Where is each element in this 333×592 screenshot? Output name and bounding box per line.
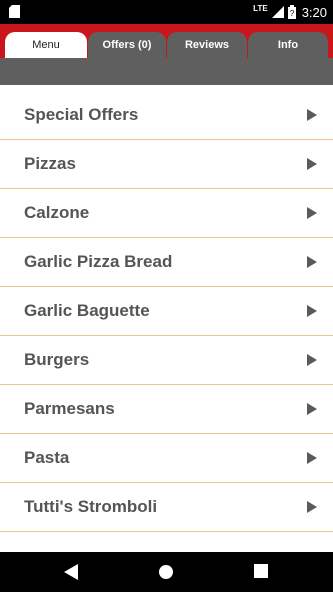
menu-item-garlic-baguette[interactable]: Garlic Baguette (0, 287, 333, 336)
network-type: LTE (253, 3, 268, 13)
menu-item-pasta[interactable]: Pasta (0, 434, 333, 483)
chevron-right-icon (307, 354, 317, 366)
tab-offers[interactable]: Offers (0) (88, 32, 166, 58)
tab-content-header (0, 58, 333, 85)
menu-item-pizzas[interactable]: Pizzas (0, 140, 333, 189)
back-icon[interactable] (64, 564, 78, 580)
menu-item-label: Pizzas (24, 154, 76, 173)
chevron-right-icon (307, 256, 317, 268)
menu-item-special-offers[interactable]: Special Offers (0, 91, 333, 140)
status-bar: LTE ? 3:20 (0, 0, 333, 24)
tab-menu[interactable]: Menu (5, 32, 87, 58)
menu-item-burgers[interactable]: Burgers (0, 336, 333, 385)
menu-item-label: Tutti's Stromboli (24, 497, 158, 516)
menu-item-parmesans[interactable]: Parmesans (0, 385, 333, 434)
tab-reviews[interactable]: Reviews (167, 32, 247, 58)
menu-item-label: Calzone (24, 203, 90, 222)
menu-item-label: Garlic Pizza Bread (24, 252, 173, 271)
chevron-right-icon (307, 158, 317, 170)
battery-icon: ? (287, 5, 296, 19)
recent-apps-icon[interactable] (254, 564, 268, 578)
chevron-right-icon (307, 452, 317, 464)
tab-info[interactable]: Info (248, 32, 328, 58)
menu-item-calzone[interactable]: Calzone (0, 189, 333, 238)
tab-bar: Menu Offers (0) Reviews Info (0, 32, 333, 58)
menu-item-label: Pasta (24, 448, 70, 467)
signal-icon (271, 6, 284, 18)
sd-card-icon (9, 5, 20, 18)
chevron-right-icon (307, 207, 317, 219)
chevron-right-icon (307, 305, 317, 317)
clock: 3:20 (301, 4, 327, 20)
chevron-right-icon (307, 109, 317, 121)
system-navigation-bar (0, 552, 333, 592)
chevron-right-icon (307, 501, 317, 513)
menu-item-garlic-pizza-bread[interactable]: Garlic Pizza Bread (0, 238, 333, 287)
menu-item-label: Garlic Baguette (24, 301, 150, 320)
menu-item-label: Parmesans (24, 399, 115, 418)
menu-item-label: Burgers (24, 350, 90, 369)
menu-category-list[interactable]: Special Offers Pizzas Calzone Garlic Piz… (0, 91, 333, 552)
chevron-right-icon (307, 403, 317, 415)
menu-item-tuttis-stromboli[interactable]: Tutti's Stromboli (0, 483, 333, 532)
menu-item-label: Special Offers (24, 105, 139, 124)
svg-text:?: ? (289, 9, 294, 18)
home-icon[interactable] (158, 564, 174, 580)
menu-item-partial[interactable] (0, 532, 333, 552)
